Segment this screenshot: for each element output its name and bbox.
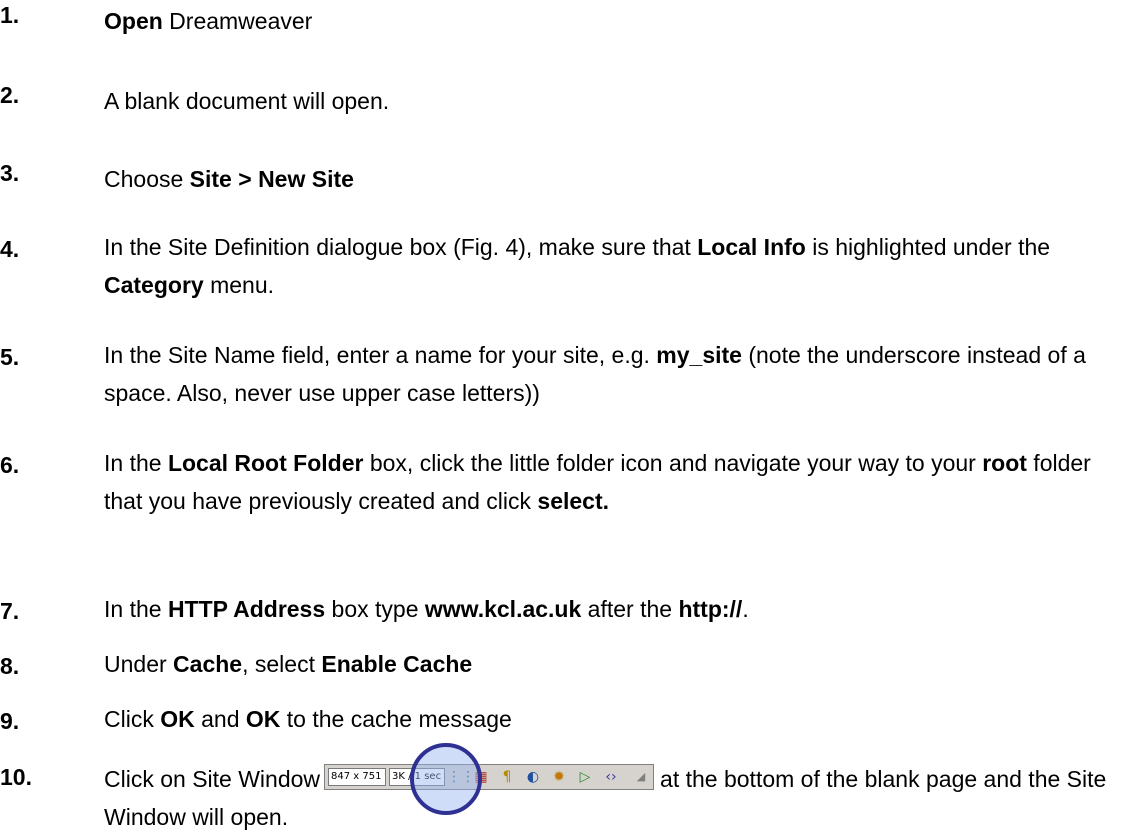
css-styles-icon[interactable]: ◐ [525, 769, 541, 785]
step-number: 2. [0, 82, 20, 108]
code-inspector-icon[interactable]: ‹› [603, 769, 619, 785]
step-text: Open Dreamweaver [104, 8, 313, 34]
step-number: 1. [0, 2, 20, 28]
step-number: 8. [0, 653, 20, 679]
timelines-icon[interactable]: ▷ [577, 769, 593, 785]
step-text: In the Local Root Folder box, click the … [104, 450, 1091, 514]
status-bar-toolbar-image: 847 x 751 ▾ 3K / 1 sec ⋮⋮ ▦ ¶ ◐ ✹ ▷ ‹› ◢ [324, 742, 655, 815]
step-text: Under Cache, select Enable Cache [104, 651, 473, 677]
resize-grip-icon: ◢ [636, 769, 646, 783]
html-styles-icon[interactable]: ¶ [499, 769, 515, 785]
step-number: 3. [0, 160, 20, 186]
step-text: In the Site Name field, enter a name for… [104, 342, 1086, 406]
step-number: 7. [0, 598, 20, 624]
step-number: 4. [0, 236, 20, 262]
step-number: 5. [0, 344, 20, 370]
step-number: 10. [0, 764, 32, 790]
step-text: Click OK and OK to the cache message [104, 706, 512, 732]
window-size-field: 847 x 751 ▾ [328, 767, 387, 786]
step-text: A blank document will open. [104, 88, 390, 114]
step-text: In the HTTP Address box type www.kcl.ac.… [104, 596, 749, 622]
step-text: Choose Site > New Site [104, 166, 354, 192]
behaviors-icon[interactable]: ✹ [551, 769, 567, 785]
step-number: 6. [0, 452, 20, 478]
step-text: Click on Site Window 847 x 751 ▾ 3K / 1 … [104, 742, 1134, 836]
highlight-circle [410, 742, 483, 815]
step-text: In the Site Definition dialogue box (Fig… [104, 234, 1051, 298]
step-number: 9. [0, 708, 20, 734]
